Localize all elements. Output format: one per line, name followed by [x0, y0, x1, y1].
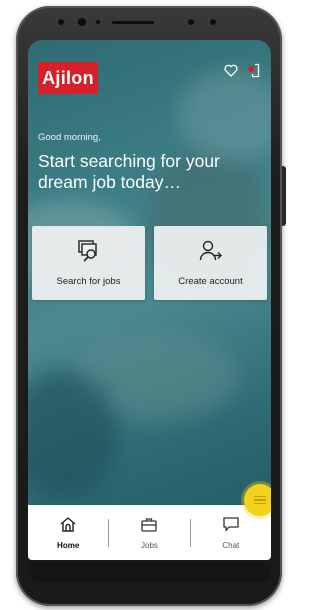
phone-top-bezel	[16, 6, 282, 40]
home-icon	[59, 516, 77, 538]
greeting-text: Good morning,	[38, 132, 101, 143]
nav-item-home[interactable]: Home	[28, 505, 108, 560]
create-account-label: Create account	[178, 276, 243, 287]
page-title: Start searching for your dream job today…	[38, 151, 220, 192]
bottom-navigation: Home Jobs Chat	[28, 505, 271, 560]
add-user-icon	[198, 239, 224, 268]
app-screen: Ajilon Good morning, Start searching for…	[28, 40, 271, 560]
search-jobs-label: Search for jobs	[56, 276, 121, 287]
background-photo	[178, 70, 271, 160]
nav-item-jobs[interactable]: Jobs	[109, 505, 189, 560]
sensor-dot	[210, 19, 216, 25]
heart-icon[interactable]	[223, 62, 239, 78]
menu-icon	[254, 495, 266, 498]
phone-frame: Ajilon Good morning, Start searching for…	[16, 6, 286, 606]
header-actions	[223, 62, 261, 78]
nav-label-chat: Chat	[222, 540, 240, 550]
menu-fab-button[interactable]	[244, 484, 271, 516]
sensor-dot	[58, 19, 64, 25]
side-button	[282, 166, 286, 226]
nav-label-home: Home	[57, 540, 80, 550]
brand-logo: Ajilon	[38, 62, 98, 94]
chat-icon	[222, 516, 240, 538]
sensor-dot	[96, 20, 100, 24]
phone-chin	[28, 562, 271, 582]
briefcase-icon	[140, 516, 158, 538]
menu-icon-line	[254, 502, 266, 505]
notification-icon[interactable]	[245, 62, 261, 78]
nav-label-jobs: Jobs	[141, 540, 158, 550]
search-icon	[76, 239, 102, 268]
front-camera	[78, 18, 86, 26]
earpiece-speaker	[112, 21, 154, 24]
sensor-dot	[188, 19, 194, 25]
menu-icon-line	[254, 499, 266, 501]
search-jobs-button[interactable]: Search for jobs	[32, 226, 145, 300]
create-account-button[interactable]: Create account	[154, 226, 267, 300]
